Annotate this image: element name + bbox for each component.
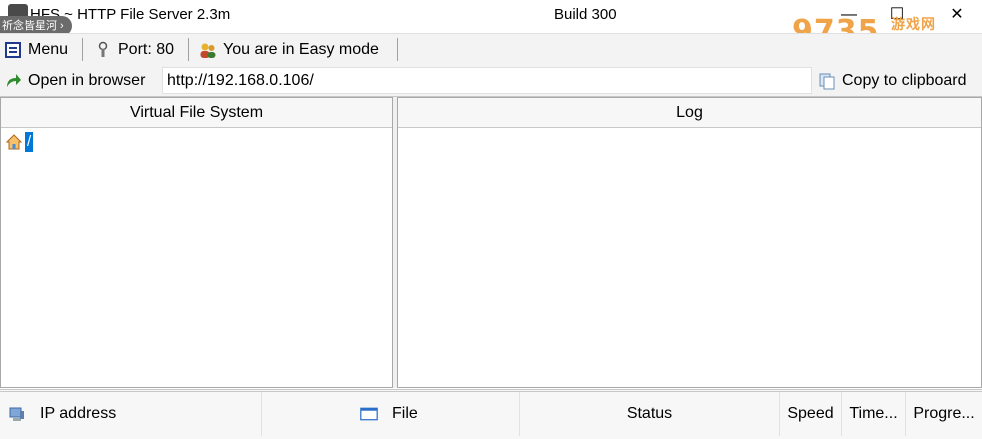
menu-label: Menu	[28, 40, 69, 58]
build-label: Build 300	[554, 6, 617, 23]
main-panels: Virtual File System / Log	[0, 97, 982, 388]
menu-button[interactable]: Menu	[4, 34, 68, 65]
clipboard-icon	[819, 73, 835, 89]
column-file[interactable]: File	[262, 392, 520, 436]
open-arrow-icon	[7, 73, 21, 87]
column-status[interactable]: Status	[520, 392, 780, 436]
vfs-root-label[interactable]: /	[25, 132, 34, 152]
copy-to-clipboard-label: Copy to clipboard	[842, 71, 967, 89]
file-window-icon	[360, 407, 378, 421]
column-time[interactable]: Time...	[842, 392, 906, 436]
url-bar: Open in browser http://192.168.0.106/ Co…	[0, 65, 982, 97]
main-toolbar: Menu Port: 80 You are in Easy mode	[0, 33, 982, 66]
column-speed[interactable]: Speed	[780, 392, 842, 436]
menu-icon	[5, 41, 21, 58]
port-label: Port: 80	[118, 40, 175, 58]
plug-icon	[98, 41, 108, 57]
column-progress[interactable]: Progre...	[906, 392, 982, 436]
url-field[interactable]: http://192.168.0.106/	[162, 67, 812, 94]
vfs-root-node[interactable]: /	[5, 132, 34, 152]
mode-button[interactable]: You are in Easy mode	[199, 34, 379, 65]
users-icon	[200, 43, 216, 58]
toolbar-divider	[188, 38, 189, 61]
vfs-panel[interactable]: Virtual File System /	[0, 97, 393, 388]
vfs-panel-title: Virtual File System	[1, 98, 392, 128]
network-computer-icon	[9, 407, 24, 421]
toolbar-divider	[82, 38, 83, 61]
open-in-browser-label: Open in browser	[28, 71, 146, 89]
port-button[interactable]: Port: 80	[94, 34, 174, 65]
toolbar-divider	[397, 38, 398, 61]
copy-to-clipboard-button[interactable]: Copy to clipboard	[818, 65, 967, 96]
home-icon	[5, 134, 23, 150]
mode-label: You are in Easy mode	[223, 40, 379, 58]
log-panel[interactable]: Log	[397, 97, 982, 388]
connections-header: IP address File Status Speed Time... Pro…	[0, 389, 982, 439]
open-in-browser-button[interactable]: Open in browser	[4, 65, 145, 96]
column-ip-address[interactable]: IP address	[0, 392, 262, 436]
column-file-label: File	[392, 405, 418, 422]
column-ip-address-label: IP address	[40, 405, 117, 422]
log-panel-title: Log	[398, 98, 981, 128]
